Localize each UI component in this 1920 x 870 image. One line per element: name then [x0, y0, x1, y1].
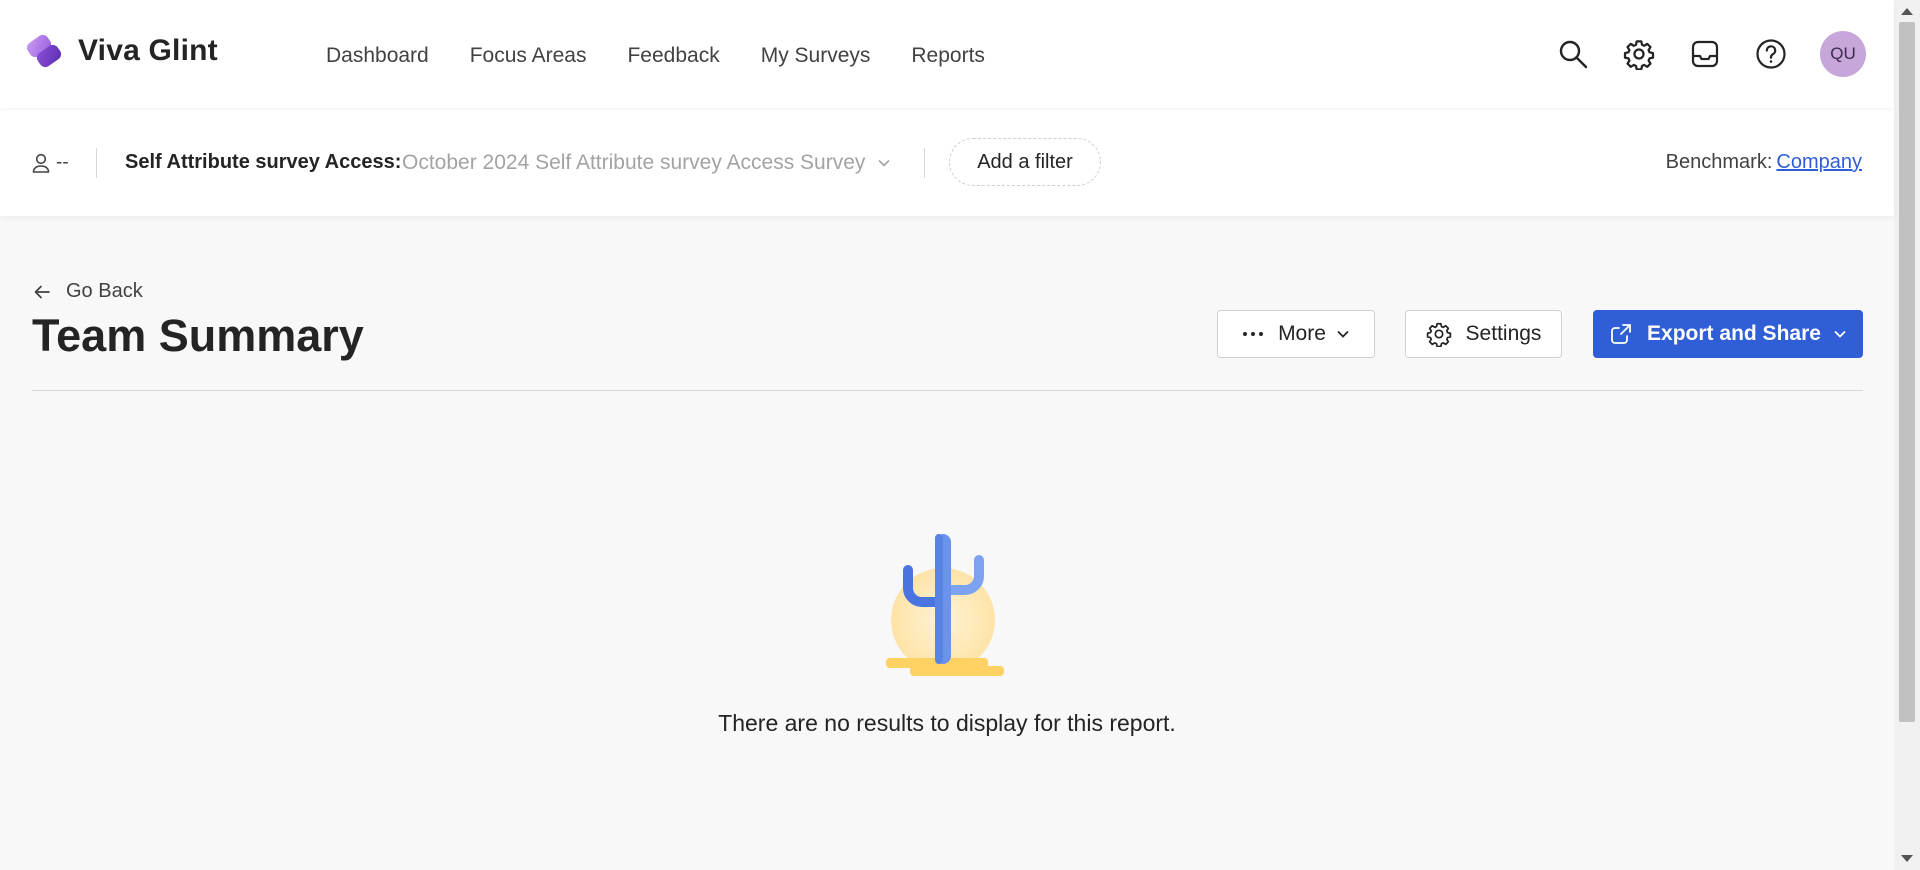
person-filter[interactable]: --: [32, 152, 69, 174]
top-actions: QU: [1524, 31, 1866, 77]
scroll-thumb[interactable]: [1899, 22, 1915, 722]
top-navigation-bar: Viva Glint Dashboard Focus Areas Feedbac…: [0, 0, 1894, 108]
gear-icon: [1426, 322, 1451, 347]
chevron-down-icon: [878, 159, 890, 167]
person-filter-value: --: [56, 152, 69, 173]
help-icon[interactable]: [1754, 37, 1788, 71]
scroll-down-icon[interactable]: [1901, 855, 1913, 862]
arrow-left-icon: [34, 285, 50, 298]
benchmark: Benchmark: Company: [1666, 151, 1862, 174]
go-back-link[interactable]: Go Back: [34, 280, 143, 303]
main-nav: Dashboard Focus Areas Feedback My Survey…: [326, 44, 1026, 68]
nav-item-reports[interactable]: Reports: [911, 44, 985, 68]
settings-button[interactable]: Settings: [1405, 310, 1562, 358]
filter-divider: [924, 148, 925, 178]
filter-divider: [96, 148, 97, 178]
user-avatar[interactable]: QU: [1820, 31, 1866, 77]
settings-label: Settings: [1465, 322, 1542, 345]
more-label: More: [1278, 322, 1326, 345]
gear-icon[interactable]: [1622, 37, 1656, 71]
survey-dropdown[interactable]: October 2024 Self Attribute survey Acces…: [402, 151, 891, 175]
search-icon[interactable]: [1556, 37, 1590, 71]
cactus-illustration-icon: [886, 534, 1004, 676]
inbox-icon[interactable]: [1688, 37, 1722, 71]
benchmark-link[interactable]: Company: [1776, 151, 1862, 173]
header-divider: [32, 390, 1863, 391]
scroll-up-icon[interactable]: [1901, 8, 1913, 15]
empty-state-message: There are no results to display for this…: [718, 710, 1176, 736]
person-icon: [32, 153, 50, 173]
chevron-down-icon: [1337, 330, 1349, 338]
ellipsis-icon: [1243, 332, 1264, 336]
export-and-share-button[interactable]: Export and Share: [1593, 310, 1863, 358]
page-title: Team Summary: [32, 310, 364, 361]
export-label: Export and Share: [1647, 322, 1821, 345]
more-button[interactable]: More: [1217, 310, 1375, 358]
chevron-down-icon: [1834, 330, 1846, 338]
page-scrollbar[interactable]: [1894, 0, 1920, 870]
filter-bar: -- Self Attribute survey Access: October…: [0, 108, 1894, 216]
nav-item-dashboard[interactable]: Dashboard: [326, 44, 429, 68]
nav-item-feedback[interactable]: Feedback: [627, 44, 719, 68]
viva-glint-logo-icon: [26, 34, 62, 68]
app-logo[interactable]: Viva Glint: [24, 30, 218, 72]
survey-dropdown-value: October 2024 Self Attribute survey Acces…: [402, 151, 866, 174]
share-icon: [1611, 324, 1631, 344]
nav-item-my-surveys[interactable]: My Surveys: [761, 44, 871, 68]
add-filter-button[interactable]: Add a filter: [949, 138, 1101, 186]
app-name: Viva Glint: [78, 34, 218, 67]
nav-item-focus-areas[interactable]: Focus Areas: [470, 44, 587, 68]
survey-filter-label: Self Attribute survey Access:: [125, 151, 402, 173]
go-back-label: Go Back: [66, 280, 143, 302]
benchmark-label: Benchmark:: [1665, 151, 1773, 173]
